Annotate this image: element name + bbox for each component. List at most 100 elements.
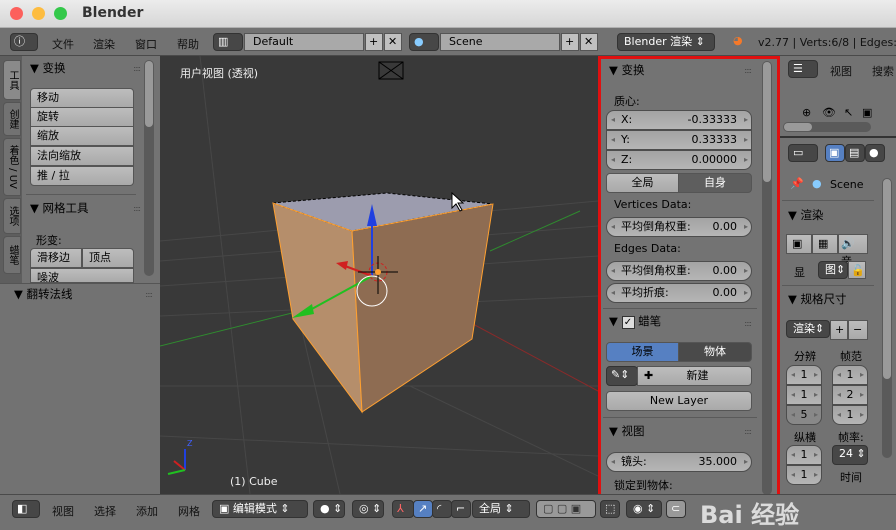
- translate-manipulator-icon[interactable]: ↗: [413, 500, 433, 518]
- gp-scene-toggle[interactable]: 场景: [606, 342, 679, 362]
- editor-type-icon[interactable]: ◧: [12, 500, 40, 518]
- menu-add[interactable]: 添加: [136, 503, 158, 519]
- minimize-window-button[interactable]: [32, 7, 45, 20]
- resolution-percent-slider[interactable]: 5: [786, 405, 822, 425]
- view-panel-header[interactable]: ▼ 视图: [609, 423, 645, 439]
- outliner-hscrollbar[interactable]: [783, 122, 871, 132]
- pin-icon[interactable]: 📌: [790, 177, 804, 190]
- frame-step-field[interactable]: 1: [832, 405, 868, 425]
- cube-left-face[interactable]: [272, 202, 363, 414]
- scene-name-field[interactable]: Scene: [440, 33, 560, 51]
- render-preset-select[interactable]: 渲染⇕: [786, 320, 830, 338]
- transform-panel-header[interactable]: ▼ 变换: [30, 60, 66, 76]
- global-toggle[interactable]: 全局: [606, 173, 679, 193]
- render-panel-header[interactable]: ▼ 渲染: [788, 207, 824, 223]
- n-panel-scrollbar[interactable]: [762, 61, 772, 495]
- tab-grease-pencil[interactable]: 蜡笔: [3, 236, 21, 274]
- tool-shelf-scrollbar[interactable]: [144, 60, 154, 276]
- move-button[interactable]: 移动: [30, 88, 134, 108]
- add-layout-button[interactable]: +: [365, 33, 383, 51]
- resolution-x-field[interactable]: 1: [786, 365, 822, 385]
- scale-manipulator-icon[interactable]: ⌐: [451, 500, 471, 518]
- screen-layout-icon[interactable]: ▥: [213, 33, 243, 51]
- shrink-fatten-button[interactable]: 法向缩放: [30, 146, 134, 166]
- rotate-manipulator-icon[interactable]: ◜: [432, 500, 452, 518]
- fps-select[interactable]: 24 ⇕: [832, 445, 868, 465]
- grip-icon[interactable]: ::::: [133, 204, 141, 213]
- render-engine-select[interactable]: Blender 渲染 ⇕: [617, 33, 715, 51]
- snap-icon[interactable]: ⊂: [666, 500, 686, 518]
- scale-button[interactable]: 缩放: [30, 126, 134, 146]
- render-camera-icon[interactable]: ▣: [862, 106, 872, 119]
- push-pull-button[interactable]: 推 / 拉: [30, 166, 134, 186]
- 3d-viewport[interactable]: Z 用户视图 (透视) (1) Cube: [160, 56, 598, 494]
- vertex-slide-button[interactable]: 顶点: [82, 248, 134, 268]
- grip-icon[interactable]: ::::: [133, 64, 141, 73]
- mode-select[interactable]: ▣ 编辑模式 ⇕: [212, 500, 308, 518]
- orientation-select[interactable]: 全局 ⇕: [472, 500, 530, 518]
- tab-shading-uv[interactable]: 着色 / UV: [3, 138, 21, 196]
- delete-scene-button[interactable]: ✕: [580, 33, 598, 51]
- select-cursor-icon[interactable]: ↖: [844, 106, 853, 119]
- add-preset-button[interactable]: +: [830, 320, 848, 340]
- transform-panel-header[interactable]: ▼ 变换: [609, 62, 645, 78]
- proportional-edit-select[interactable]: ◉ ⇕: [626, 500, 662, 518]
- grip-icon[interactable]: ::::: [744, 319, 752, 328]
- scene-icon[interactable]: ●: [409, 33, 439, 51]
- edge-bevel-weight-field[interactable]: 平均倒角权重:0.00: [606, 261, 752, 281]
- maximize-window-button[interactable]: [54, 7, 67, 20]
- edge-slide-button[interactable]: 滑移边: [30, 248, 82, 268]
- pencil-icon[interactable]: ✎⇕: [606, 366, 638, 386]
- aspect-x-field[interactable]: 1: [786, 445, 822, 465]
- display-select[interactable]: 图⇕: [818, 261, 848, 279]
- menu-window[interactable]: 窗口: [135, 36, 157, 52]
- lens-field[interactable]: 镜头:35.000: [606, 452, 752, 472]
- vertex-bevel-weight-field[interactable]: 平均倒角权重:0.00: [606, 217, 752, 237]
- tab-tools[interactable]: 工具: [3, 60, 21, 100]
- outliner-view-menu[interactable]: 视图: [830, 63, 852, 79]
- median-z-field[interactable]: Z:0.00000: [606, 150, 752, 170]
- menu-mesh[interactable]: 网格: [178, 503, 200, 519]
- median-y-field[interactable]: Y:0.33333: [606, 130, 752, 150]
- layers-context-icon[interactable]: ▤: [845, 144, 865, 162]
- properties-scrollbar[interactable]: [882, 178, 892, 458]
- menu-help[interactable]: 帮助: [177, 36, 199, 52]
- median-x-field[interactable]: X:-0.33333: [606, 110, 752, 130]
- expand-icon[interactable]: ⊕: [802, 106, 811, 119]
- render-context-icon[interactable]: ▣: [825, 144, 845, 162]
- tab-options[interactable]: 选项: [3, 198, 21, 234]
- select-mode-buttons[interactable]: ▢ ▢ ▣: [536, 500, 596, 518]
- render-image-button[interactable]: ▣: [786, 234, 812, 254]
- aspect-y-field[interactable]: 1: [786, 465, 822, 485]
- frame-start-field[interactable]: 1: [832, 365, 868, 385]
- frame-end-field[interactable]: 2: [832, 385, 868, 405]
- audio-button[interactable]: 🔊音: [838, 234, 868, 268]
- render-animation-button[interactable]: ▦: [812, 234, 838, 254]
- lock-interface-icon[interactable]: 🔓: [848, 261, 866, 279]
- delete-layout-button[interactable]: ✕: [384, 33, 402, 51]
- cube-right-face[interactable]: [351, 203, 494, 413]
- manipulator-toggle-icon[interactable]: ⅄: [392, 500, 414, 518]
- menu-render[interactable]: 渲染: [93, 36, 115, 52]
- grip-icon[interactable]: ::::: [145, 290, 153, 299]
- pivot-select[interactable]: ◎ ⇕: [352, 500, 384, 518]
- menu-select[interactable]: 选择: [94, 503, 116, 519]
- menu-view[interactable]: 视图: [52, 503, 74, 519]
- grip-icon[interactable]: ::::: [744, 427, 752, 436]
- grease-pencil-panel-header[interactable]: ▼ ✓ 蜡笔: [609, 313, 661, 329]
- menu-file[interactable]: 文件: [52, 36, 74, 52]
- add-scene-button[interactable]: +: [561, 33, 579, 51]
- layout-name-field[interactable]: Default: [244, 33, 364, 51]
- close-window-button[interactable]: [10, 7, 23, 20]
- remove-preset-button[interactable]: −: [848, 320, 868, 340]
- dimensions-panel-header[interactable]: ▼ 规格尺寸: [788, 291, 847, 307]
- resolution-y-field[interactable]: 1: [786, 385, 822, 405]
- shading-select[interactable]: ● ⇕: [313, 500, 345, 518]
- info-editor-type-button[interactable]: ⓘ: [10, 33, 38, 51]
- scene-context-icon[interactable]: ●: [865, 144, 885, 162]
- new-layer-button[interactable]: New Layer: [606, 391, 752, 411]
- local-toggle[interactable]: 自身: [678, 173, 752, 193]
- visibility-eye-icon[interactable]: 👁: [822, 106, 836, 119]
- grease-pencil-checkbox[interactable]: ✓: [621, 316, 635, 329]
- outliner-editor-type-icon[interactable]: ☰: [788, 60, 818, 78]
